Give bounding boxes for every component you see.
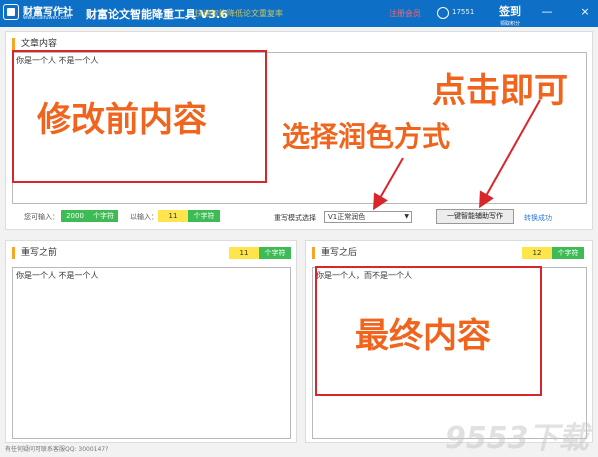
- footer-contact: 有任何疑问可联系客服QQ: 3000147?: [5, 446, 109, 453]
- input-limit-count: 2000: [61, 210, 89, 222]
- close-icon[interactable]: ×: [578, 5, 592, 19]
- choose-mode-annotation: 选择润色方式: [282, 120, 451, 153]
- before-text[interactable]: 你是一个人 不是一个人: [12, 267, 291, 439]
- register-link[interactable]: 注册会员: [389, 8, 421, 19]
- article-title: 文章内容: [12, 38, 57, 50]
- mode-label: 重写模式选择: [274, 214, 316, 222]
- title-bar: 财富写作社 www.caifuwen.com 财富论文智能降重工具 V3.6 快…: [0, 0, 598, 27]
- entered-unit: 个字符: [188, 210, 220, 222]
- watermark: 9553下载: [445, 421, 589, 456]
- before-count: 11: [229, 247, 259, 259]
- before-title: 重写之前: [12, 247, 57, 259]
- before-content-annotation: 修改前内容: [37, 100, 207, 140]
- app-logo: 财富写作社 www.caifuwen.com: [3, 2, 75, 24]
- user-id: 17551: [452, 8, 475, 16]
- before-panel: 重写之前 11 个字符 你是一个人 不是一个人: [5, 240, 297, 443]
- status-text: 转换成功: [524, 214, 552, 222]
- after-count: 12: [522, 247, 552, 259]
- final-content-annotation: 最终内容: [355, 316, 491, 356]
- signin-sub: 领取积分: [499, 21, 520, 27]
- click-annotation: 点击即可: [432, 71, 568, 111]
- signin-button[interactable]: 签到 领取积分: [494, 3, 526, 27]
- user-icon[interactable]: [437, 7, 449, 19]
- input-limit-label: 您可输入：: [24, 213, 59, 221]
- input-limit-unit: 个字符: [89, 210, 118, 222]
- mode-select[interactable]: V1正常润色 ▼: [324, 211, 412, 223]
- before-unit: 个字符: [259, 247, 291, 259]
- entered-count: 11: [158, 210, 188, 222]
- rewrite-button[interactable]: 一键智能辅助写作: [436, 209, 514, 224]
- slogan: 快速智能降低论文重复率: [195, 9, 283, 18]
- after-unit: 个字符: [552, 247, 584, 259]
- minimize-icon[interactable]: —: [540, 5, 554, 19]
- chevron-down-icon: ▼: [404, 213, 409, 220]
- logo-url: www.caifuwen.com: [23, 15, 72, 21]
- entered-label: 以输入：: [130, 213, 158, 221]
- signin-label: 签到: [499, 5, 521, 18]
- mode-select-value: V1正常润色: [328, 213, 366, 221]
- after-title: 重写之后: [312, 247, 357, 259]
- logo-icon: [3, 4, 19, 20]
